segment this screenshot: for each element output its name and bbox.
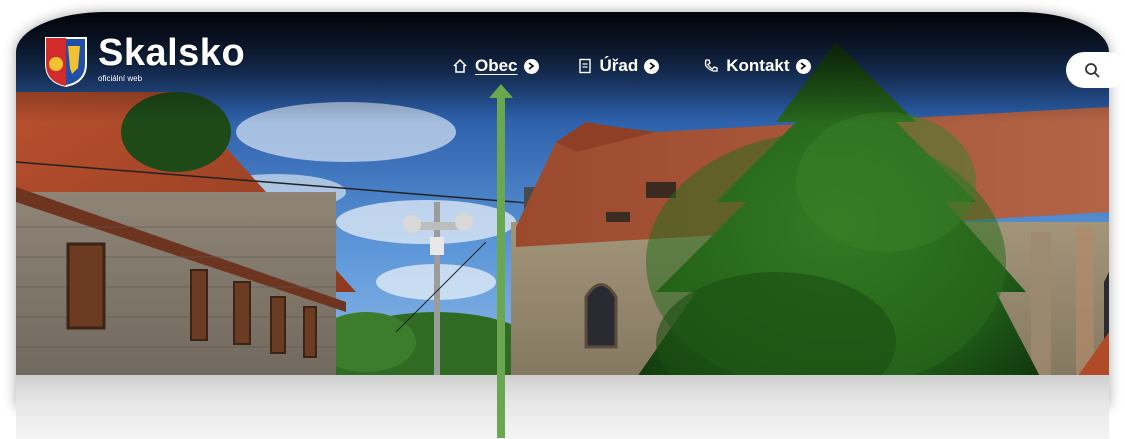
site-name: Skalsko xyxy=(98,32,246,74)
annotation-arrow xyxy=(489,84,513,438)
phone-icon xyxy=(705,59,718,72)
hero-bottom-fade xyxy=(16,375,1109,439)
nav-item-urad[interactable]: Úřad xyxy=(577,56,660,76)
document-icon xyxy=(578,58,591,74)
nav-item-obec[interactable]: Obec xyxy=(452,56,539,76)
chevron-right-icon xyxy=(523,58,539,74)
search-button[interactable] xyxy=(1066,52,1125,88)
chevron-right-icon xyxy=(795,58,811,74)
site-tagline: oficiální web xyxy=(98,74,143,83)
chevron-right-icon xyxy=(644,58,660,74)
nav-label-urad: Úřad xyxy=(599,56,639,75)
nav-item-kontakt[interactable]: Kontakt xyxy=(703,56,811,76)
search-icon xyxy=(1085,63,1100,78)
coat-of-arms-icon xyxy=(45,37,87,88)
annotation-arrow-shape xyxy=(489,84,513,438)
main-nav: Obec Úřad Kontakt xyxy=(452,56,811,76)
site-logo[interactable]: Skalsko oficiální web xyxy=(44,34,245,88)
nav-label-obec: Obec xyxy=(475,56,518,75)
nav-label-kontakt: Kontakt xyxy=(726,56,790,75)
home-icon xyxy=(453,58,467,73)
